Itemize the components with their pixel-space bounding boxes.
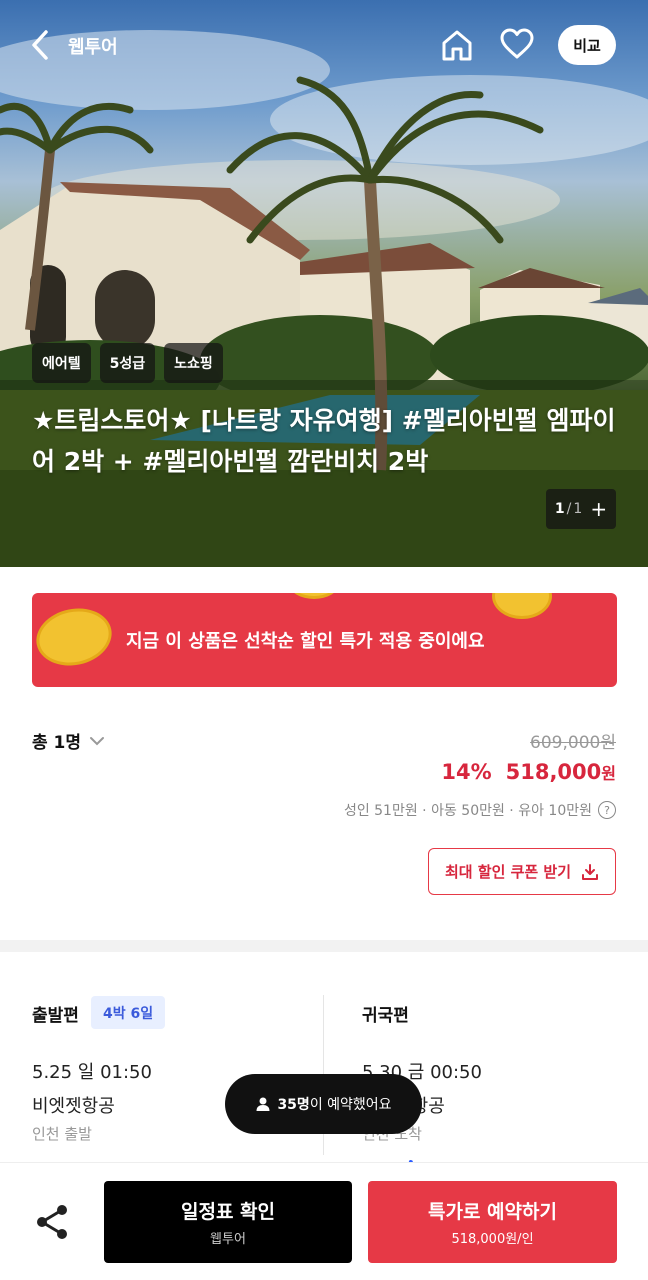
- help-icon[interactable]: ?: [598, 801, 616, 819]
- plus-icon: +: [590, 497, 608, 521]
- toast-text: 이 예약했어요: [309, 1097, 392, 1113]
- download-icon: [582, 863, 599, 880]
- user-icon: [256, 1097, 270, 1111]
- original-price: 609,000원: [530, 733, 616, 753]
- book-sub: 518,000원/인: [451, 1232, 534, 1247]
- departure-route: 인천 출발: [32, 1125, 92, 1143]
- compare-button[interactable]: 비교: [558, 25, 616, 65]
- sale-amount: 518,000: [505, 760, 602, 784]
- chevron-down-icon: [90, 736, 105, 745]
- pager-total: 1: [573, 501, 583, 517]
- coupon-button[interactable]: 최대 할인 쿠폰 받기: [428, 848, 616, 895]
- schedule-sub: 웹투어: [210, 1232, 246, 1247]
- breakdown-text: 성인 51만원 · 아동 50만원 · 유아 10만원: [343, 803, 592, 819]
- image-pager[interactable]: 1 / 1 +: [546, 489, 616, 529]
- back-icon[interactable]: [28, 28, 54, 62]
- hero-tags: 에어텔 5성급 노쇼핑: [32, 343, 223, 383]
- duration-badge: 4박 6일: [91, 996, 166, 1029]
- schedule-button[interactable]: 일정표 확인 웹투어: [104, 1181, 352, 1263]
- hero-image[interactable]: 웹투어 비교 에어텔 5성급 노쇼핑 ★트립스토어★ [나트랑 자유여행] #멜…: [0, 0, 648, 567]
- people-selector[interactable]: 총 1명: [32, 728, 105, 753]
- schedule-label: 일정표 확인: [180, 1201, 275, 1223]
- price-breakdown: 성인 51만원 · 아동 50만원 · 유아 10만원 ?: [344, 800, 616, 820]
- sale-price: 14% 518,000원: [441, 760, 616, 784]
- return-label: 귀국편: [362, 1006, 409, 1026]
- pager-current: 1: [554, 501, 565, 517]
- departure-label: 출발편: [32, 1006, 79, 1026]
- coin-icon: [32, 601, 117, 673]
- discount-percent: 14%: [441, 760, 492, 784]
- pager-separator: /: [566, 501, 572, 517]
- coupon-label: 최대 할인 쿠폰 받기: [444, 863, 572, 881]
- section-divider: [0, 940, 648, 952]
- book-label: 특가로 예약하기: [428, 1201, 557, 1223]
- promo-banner[interactable]: 지금 이 상품은 선착순 할인 특가 적용 중이에요: [32, 593, 617, 687]
- header-title: 웹투어: [68, 37, 118, 58]
- sale-unit: 원: [601, 764, 616, 783]
- book-button[interactable]: 특가로 예약하기 518,000원/인: [368, 1181, 617, 1263]
- people-count: 총 1명: [32, 733, 82, 753]
- tag-no-shopping: 노쇼핑: [164, 343, 223, 383]
- tag-5star: 5성급: [99, 343, 156, 383]
- departure-airline: 비엣젯항공: [32, 1096, 115, 1117]
- booking-toast: 35명이 예약했어요: [225, 1074, 422, 1134]
- home-icon[interactable]: [440, 28, 474, 62]
- heart-icon[interactable]: [500, 28, 534, 60]
- toast-count: 35명: [277, 1097, 310, 1113]
- departure-datetime: 5.25 일 01:50: [32, 1062, 152, 1083]
- coin-decoration: [290, 593, 338, 599]
- promo-text: 지금 이 상품은 선착순 할인 특가 적용 중이에요: [126, 631, 485, 652]
- coin-decoration: [492, 593, 552, 619]
- share-icon[interactable]: [34, 1203, 70, 1241]
- bottom-action-bar: 일정표 확인 웹투어 특가로 예약하기 518,000원/인: [0, 1162, 648, 1280]
- top-bar: 웹투어 비교: [0, 0, 648, 90]
- product-title: ★트립스토어★ [나트랑 자유여행] #멜리아빈펄 엠파이어 2박 + #멜리아…: [32, 406, 616, 476]
- tag-airtel: 에어텔: [32, 343, 91, 383]
